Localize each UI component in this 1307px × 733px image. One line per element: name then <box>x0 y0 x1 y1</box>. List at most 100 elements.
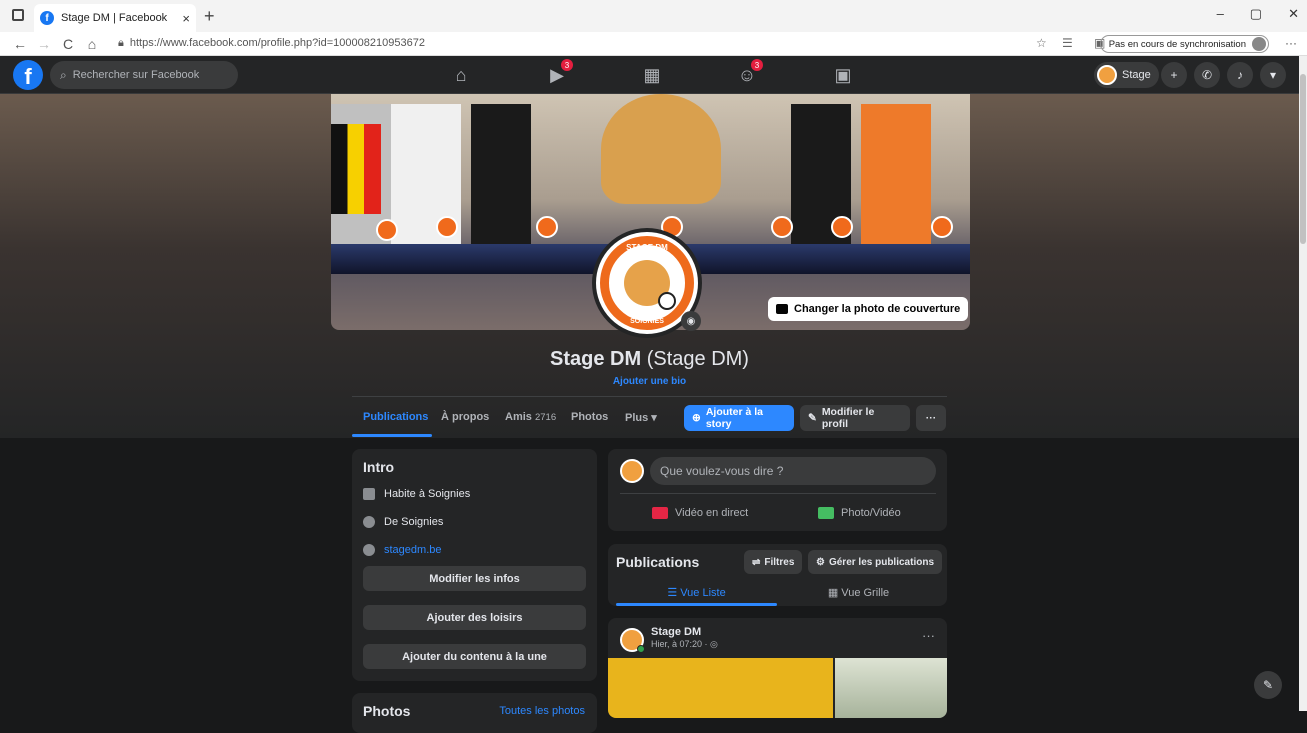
minimize-button[interactable]: – <box>1217 6 1224 22</box>
maximize-button[interactable]: ▢ <box>1250 6 1262 22</box>
nav-gaming-icon[interactable]: ▣ <box>829 62 857 88</box>
facebook-favicon-icon: f <box>40 11 54 25</box>
search-icon: ⌕ <box>60 67 67 82</box>
groups-badge: 3 <box>751 59 763 71</box>
tab-close-icon[interactable]: × <box>182 11 190 26</box>
friends-count: 2716 <box>534 411 557 423</box>
address-bar: ← → C ⌂ 🔒︎ https://www.facebook.com/profi… <box>0 32 1307 56</box>
live-video-button[interactable]: Vidéo en direct <box>652 501 748 525</box>
home-button[interactable]: ⌂ <box>80 36 104 52</box>
add-featured-button[interactable]: Ajouter du contenu à la une <box>363 644 586 669</box>
photo-video-button[interactable]: Photo/Vidéo <box>818 501 901 525</box>
post-card: Stage DM Hier, à 07:20 · ◎ ··· <box>608 618 947 718</box>
belgian-flag <box>331 124 381 214</box>
post-image-main[interactable] <box>608 658 833 718</box>
cover-mascot <box>601 94 721 204</box>
facebook-logo[interactable]: f <box>13 60 43 90</box>
change-cover-button[interactable]: Changer la photo de couverture <box>768 297 969 321</box>
edit-profile-label: Modifier le profil <box>821 406 875 430</box>
nav-marketplace-icon[interactable]: ▦ <box>638 62 666 88</box>
globe-icon <box>363 544 375 556</box>
cover-banner-left <box>391 104 461 264</box>
intro-card: Intro Habite à Soignies De Soignies stag… <box>352 449 597 681</box>
tab-publications[interactable]: Publications <box>363 406 428 428</box>
composer-input[interactable]: Que voulez-vous dire ? <box>650 457 936 485</box>
see-all-photos-link[interactable]: Toutes les photos <box>499 705 585 717</box>
refresh-button[interactable]: C <box>56 36 80 52</box>
location-pin-icon <box>363 516 375 528</box>
post-image-secondary[interactable] <box>835 658 947 718</box>
add-hobbies-button[interactable]: Ajouter des loisirs <box>363 605 586 630</box>
tab-title: Stage DM | Facebook <box>61 12 168 24</box>
manage-posts-button[interactable]: ⚙ Gérer les publications <box>808 550 943 574</box>
cover-banner-right <box>861 104 931 264</box>
account-menu-icon[interactable]: ▾ <box>1260 62 1286 88</box>
tab-photos[interactable]: Photos <box>571 406 608 428</box>
post-timestamp[interactable]: Hier, à 07:20 · ◎ <box>651 639 718 650</box>
plus-circle-icon: ⊕ <box>692 412 701 424</box>
close-window-button[interactable]: ✕ <box>1288 6 1299 22</box>
favorites-add-icon[interactable]: ☆ <box>1036 36 1047 50</box>
scrollbar-thumb[interactable] <box>1300 74 1306 244</box>
profile-alt-name: (Stage DM) <box>646 348 749 370</box>
tab-friends-label: Amis <box>505 411 532 423</box>
url-field[interactable]: 🔒︎ https://www.facebook.com/profile.php?i… <box>118 37 425 50</box>
new-message-button[interactable]: ✎ <box>1254 671 1282 699</box>
new-tab-button[interactable]: + <box>204 6 215 27</box>
browser-tab-bar: f Stage DM | Facebook × + – ▢ ✕ <box>0 0 1307 32</box>
search-input[interactable]: ⌕ Rechercher sur Facebook <box>50 61 238 89</box>
avatar-camera-icon[interactable]: ◉ <box>681 311 701 331</box>
nav-watch-icon[interactable]: ▶ 3 <box>543 59 573 88</box>
page-scrollbar[interactable] <box>1299 56 1307 711</box>
cover-ball <box>536 216 558 238</box>
tab-actions-icon[interactable] <box>12 9 24 21</box>
messenger-icon[interactable]: ✆ <box>1194 62 1220 88</box>
nav-groups-icon[interactable]: ☺ 3 <box>733 59 763 88</box>
intro-lives-text: Habite à Soignies <box>384 488 471 500</box>
tab-friends[interactable]: Amis 2716 <box>505 406 556 428</box>
profile-chip[interactable]: Stage <box>1094 62 1159 88</box>
filters-button[interactable]: ⇌ Filtres <box>744 550 803 574</box>
composer-avatar[interactable] <box>620 459 644 483</box>
cover-ball <box>771 216 793 238</box>
search-placeholder: Rechercher sur Facebook <box>72 69 200 81</box>
sliders-icon: ⇌ <box>752 556 761 568</box>
edit-profile-button[interactable]: ✎ Modifier le profil <box>800 405 910 431</box>
add-bio-link[interactable]: Ajouter une bio <box>0 376 1299 387</box>
list-view-tab[interactable]: ☰ Vue Liste <box>616 582 777 602</box>
window-controls: – ▢ ✕ <box>1217 6 1299 22</box>
edit-info-button[interactable]: Modifier les infos <box>363 566 586 591</box>
intro-website-link[interactable]: stagedm.be <box>384 544 441 556</box>
post-author-name[interactable]: Stage DM <box>651 626 701 638</box>
favorites-icon[interactable]: ☰ <box>1062 36 1073 50</box>
publications-card: Publications ⇌ Filtres ⚙ Gérer les publica… <box>608 544 947 606</box>
sync-status-pill[interactable]: Pas en cours de synchronisation <box>1099 35 1269 53</box>
lock-icon: 🔒︎ <box>118 37 124 49</box>
composer-divider <box>620 493 936 494</box>
profile-more-button[interactable]: ··· <box>916 405 946 431</box>
live-video-label: Vidéo en direct <box>675 507 749 519</box>
browser-menu-icon[interactable]: ··· <box>1285 36 1297 50</box>
list-view-indicator <box>616 603 777 606</box>
create-button[interactable]: + <box>1161 62 1187 88</box>
notifications-icon[interactable]: ♪ <box>1227 62 1253 88</box>
profile-name-main: Stage DM <box>550 348 642 370</box>
house-icon <box>363 488 375 500</box>
avatar-logo-text-top: STAGE DM <box>626 243 668 252</box>
forward-button[interactable]: → <box>32 36 56 52</box>
photos-card: Photos Toutes les photos <box>352 693 597 733</box>
post-composer: Que voulez-vous dire ? Vidéo en direct P… <box>608 449 947 531</box>
back-button[interactable]: ← <box>8 36 32 52</box>
photo-icon <box>818 507 834 519</box>
tab-about[interactable]: À propos <box>441 406 489 428</box>
gear-icon: ⚙ <box>816 556 825 568</box>
browser-tab[interactable]: f Stage DM | Facebook × <box>34 4 196 32</box>
tab-more[interactable]: Plus ▾ <box>625 406 657 428</box>
grid-view-tab[interactable]: ▦ Vue Grille <box>778 582 939 602</box>
camera-icon <box>776 304 788 314</box>
add-story-button[interactable]: ⊕ Ajouter à la story <box>684 405 794 431</box>
nav-home-icon[interactable]: ⌂ <box>447 62 475 88</box>
cover-banner-dark-left <box>471 104 531 264</box>
post-more-button[interactable]: ··· <box>922 628 935 643</box>
active-tab-indicator <box>352 434 432 437</box>
